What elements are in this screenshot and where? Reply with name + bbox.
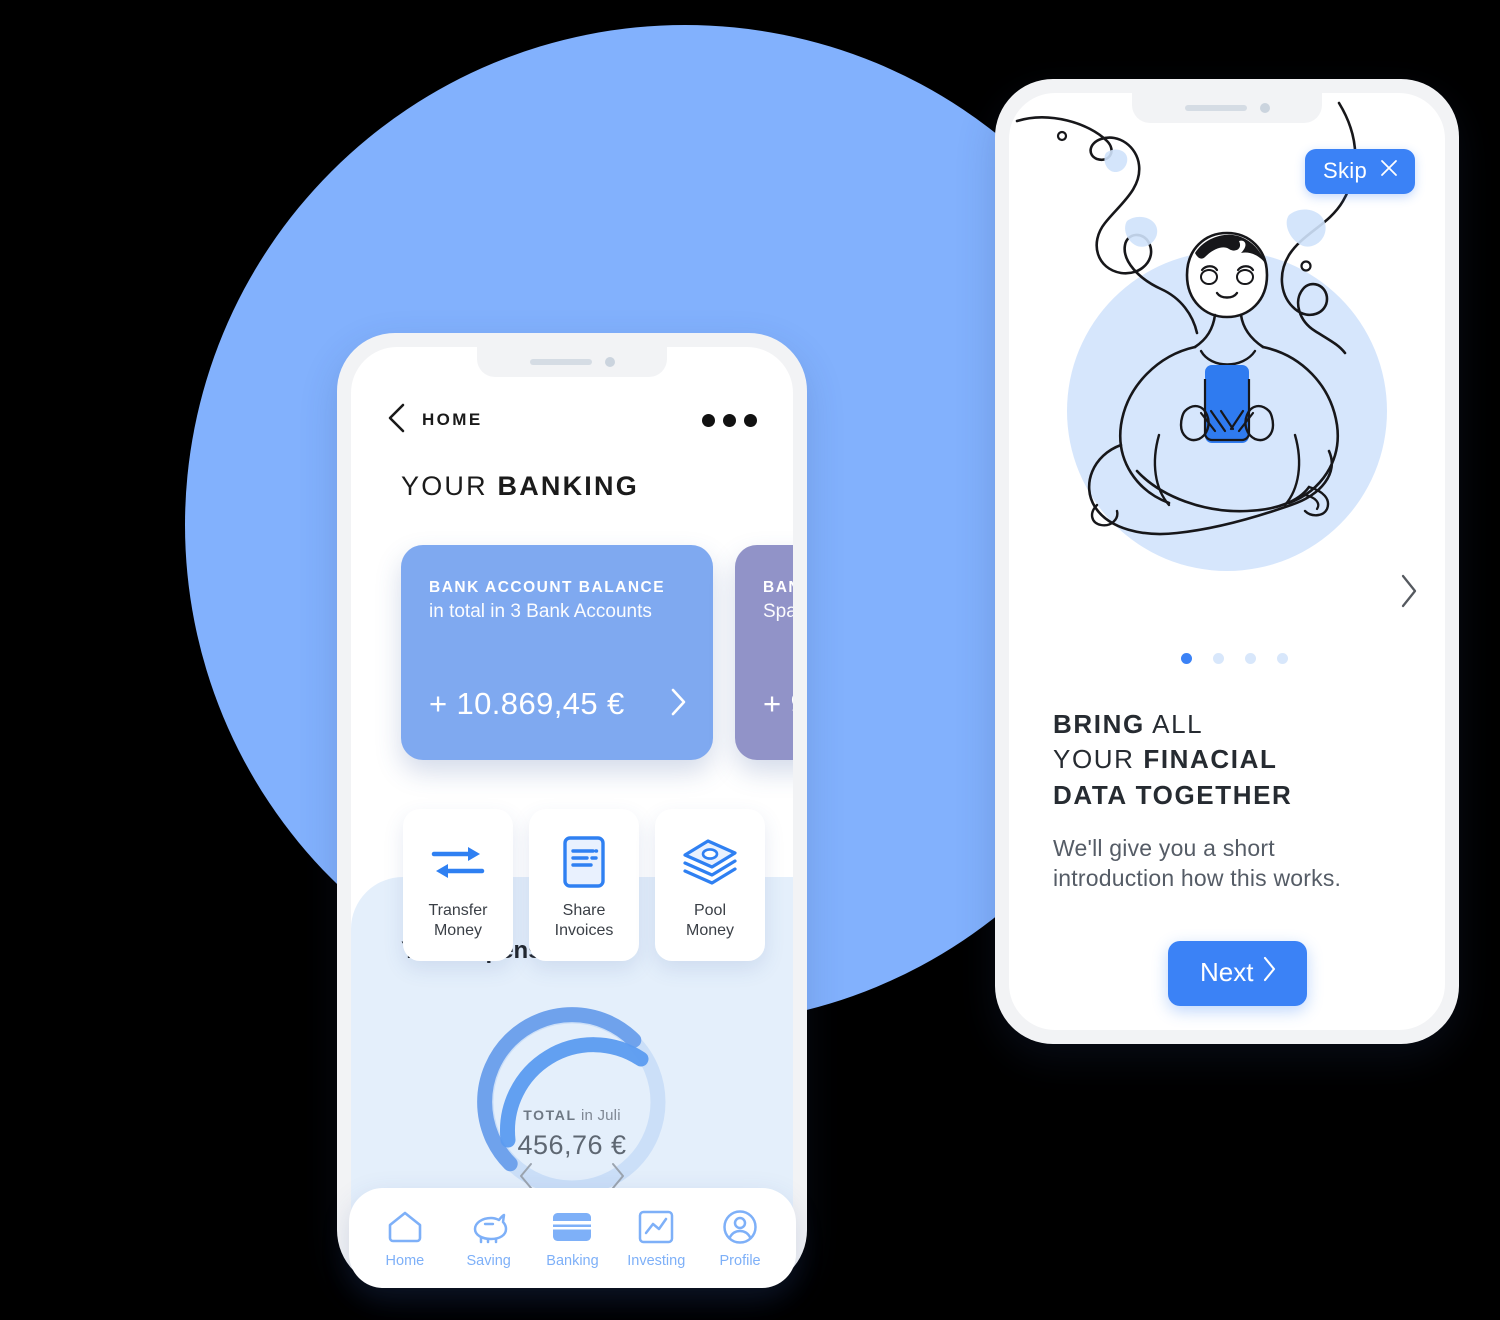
onboarding-headline: BRING ALL YOUR FINACIAL DATA TOGETHER xyxy=(1053,707,1411,813)
action-label: Transfer Money xyxy=(429,901,488,942)
profile-avatar-icon xyxy=(722,1208,758,1246)
piggy-bank-icon xyxy=(469,1208,509,1246)
chevron-right-icon xyxy=(1262,956,1277,989)
heading-light: YOUR xyxy=(401,471,488,501)
headline-line1-light: ALL xyxy=(1144,709,1204,739)
headline-line2-bold: FINACIAL xyxy=(1143,744,1278,775)
speaker-grille xyxy=(529,359,592,365)
balance-card-savings[interactable]: BAN Spa + 9 xyxy=(735,545,793,760)
nav-item-banking[interactable]: Banking xyxy=(535,1208,609,1269)
action-label-line1: Pool xyxy=(693,902,727,919)
headline-line1-bold: BRING xyxy=(1053,709,1145,739)
nav-label: Profile xyxy=(719,1252,761,1269)
action-label-line2: Invoices xyxy=(554,922,614,940)
nav-item-home[interactable]: Home xyxy=(368,1208,442,1269)
page-title: HOME xyxy=(422,410,483,429)
card-title: BAN xyxy=(763,579,793,596)
pagination-dot-1[interactable] xyxy=(1181,653,1192,664)
nav-label: Investing xyxy=(627,1252,686,1269)
card-subtitle: in total in 3 Bank Accounts xyxy=(429,601,652,622)
quick-actions-row: Transfer Money Share Invoices Pool Money xyxy=(403,809,765,961)
action-label-line1: Share xyxy=(562,902,606,919)
front-camera-dot xyxy=(1259,103,1270,113)
card-subtitle: Spa xyxy=(763,601,793,622)
skip-button-label: Skip xyxy=(1323,158,1367,183)
phone-mockup-onboarding: Skip BRING ALL YOUR FINACIAL DATA TOGETH… xyxy=(995,79,1459,1044)
app-top-bar: HOME xyxy=(351,399,793,441)
credit-card-icon xyxy=(551,1208,593,1246)
nav-item-saving[interactable]: Saving xyxy=(452,1208,526,1269)
dot xyxy=(702,413,715,427)
balance-card-carousel[interactable]: BANK ACCOUNT BALANCE in total in 3 Bank … xyxy=(401,545,793,760)
action-share-invoices[interactable]: Share Invoices xyxy=(529,809,639,961)
phone-mockup-banking: HOME YOUR BANKING BANK ACCOUNT BALANCE i… xyxy=(337,333,807,1288)
gauge-amount: 456,76 € xyxy=(517,1130,627,1160)
home-icon xyxy=(386,1208,424,1246)
gauge-total-label: TOTAL xyxy=(523,1107,577,1123)
gauge-period: in Juli xyxy=(581,1107,621,1124)
close-x-icon[interactable] xyxy=(1379,158,1399,184)
phone-screen-banking: HOME YOUR BANKING BANK ACCOUNT BALANCE i… xyxy=(351,347,793,1274)
gauge-center-values: TOTAL in Juli 456,76 € xyxy=(472,1107,672,1161)
balance-card-bank-account[interactable]: BANK ACCOUNT BALANCE in total in 3 Bank … xyxy=(401,545,713,760)
card-amount-row: + 10.869,45 € xyxy=(429,686,687,722)
gauge-arc xyxy=(477,1007,666,1196)
onboarding-subtext: We'll give you a short introduction how … xyxy=(1053,835,1342,892)
card-amount: + 9 xyxy=(763,686,793,721)
next-button[interactable]: Next xyxy=(1168,941,1308,1006)
invoice-document-icon xyxy=(562,835,606,889)
phone-notch xyxy=(477,347,667,377)
money-stack-icon xyxy=(680,835,740,889)
dot xyxy=(744,413,757,427)
headline-line3-bold: DATA TOGETHER xyxy=(1053,779,1293,810)
carousel-pagination-dots[interactable] xyxy=(1181,653,1288,664)
back-navigation[interactable]: HOME xyxy=(387,403,483,438)
nav-label: Home xyxy=(385,1252,425,1269)
chevron-left-icon[interactable] xyxy=(387,403,406,438)
action-label-line2: Money xyxy=(685,922,735,940)
speaker-grille xyxy=(1184,105,1247,111)
card-title: BANK ACCOUNT BALANCE xyxy=(429,579,666,596)
card-amount-row: + 9 xyxy=(763,686,793,722)
action-label: Pool Money xyxy=(686,901,734,942)
phone-screen-onboarding: Skip BRING ALL YOUR FINACIAL DATA TOGETH… xyxy=(1009,93,1445,1030)
transfer-arrows-icon xyxy=(430,835,486,889)
heading-bold: BANKING xyxy=(497,471,639,501)
skip-button[interactable]: Skip xyxy=(1305,149,1415,194)
pagination-dot-2[interactable] xyxy=(1213,653,1224,664)
action-label-line2: Money xyxy=(433,922,482,940)
more-dots-icon[interactable] xyxy=(702,413,757,427)
gauge-total-line: TOTAL in Juli xyxy=(472,1107,672,1124)
illustration-phone xyxy=(1205,365,1249,443)
action-label-line1: Transfer xyxy=(428,902,488,919)
phone-notch xyxy=(1132,93,1322,123)
action-pool-money[interactable]: Pool Money xyxy=(655,809,765,961)
action-label: Share Invoices xyxy=(555,901,614,942)
chart-line-icon xyxy=(638,1208,674,1246)
nav-item-profile[interactable]: Profile xyxy=(703,1208,777,1269)
front-camera-dot xyxy=(604,357,615,367)
card-amount: + 10.869,45 € xyxy=(429,686,625,721)
bottom-navigation-bar[interactable]: Home Saving Banking Investing Profile xyxy=(349,1188,796,1288)
dot xyxy=(723,413,736,427)
expenses-gauge: TOTAL in Juli 456,76 € xyxy=(472,1002,672,1202)
headline-line2-light: YOUR xyxy=(1053,744,1144,775)
next-button-label: Next xyxy=(1200,957,1254,987)
section-heading-banking: YOUR BANKING xyxy=(401,471,639,502)
chevron-right-icon[interactable] xyxy=(1399,573,1419,614)
chevron-right-icon[interactable] xyxy=(670,688,687,721)
nav-label: Saving xyxy=(466,1252,511,1269)
pagination-dot-4[interactable] xyxy=(1277,653,1288,664)
nav-item-investing[interactable]: Investing xyxy=(619,1208,693,1269)
nav-label: Banking xyxy=(546,1252,599,1269)
pagination-dot-3[interactable] xyxy=(1245,653,1256,664)
action-transfer-money[interactable]: Transfer Money xyxy=(403,809,513,961)
